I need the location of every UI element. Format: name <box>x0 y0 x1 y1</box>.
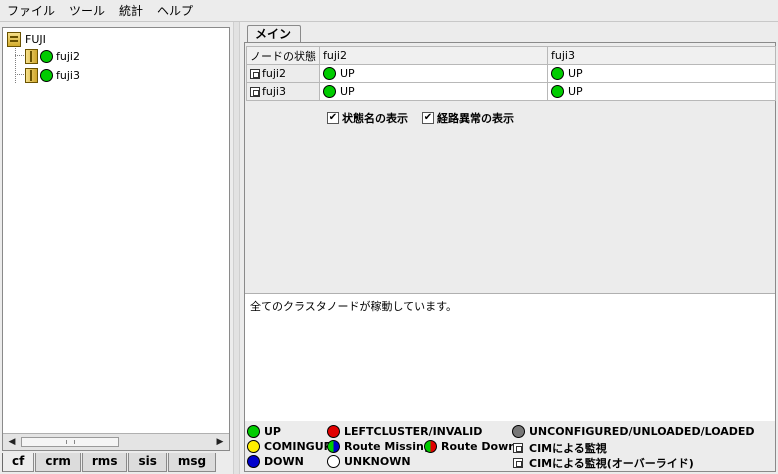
status-up-icon <box>247 425 260 438</box>
menu-file[interactable]: ファイル <box>0 0 62 22</box>
legend-label: DOWN <box>264 455 304 468</box>
tree-node-fuji2[interactable]: fuji2 <box>25 47 80 65</box>
cim-icon <box>250 87 260 97</box>
tree-node-label: fuji2 <box>56 49 80 63</box>
row-header-label: fuji3 <box>262 85 286 98</box>
column-header: fuji2 <box>319 46 548 65</box>
status-text: UP <box>568 85 583 98</box>
tab-rms[interactable]: rms <box>81 453 128 472</box>
status-up-icon <box>40 49 53 63</box>
legend-label: UNKNOWN <box>344 455 411 468</box>
cluster-tree: FUJI fuji2 fuji3 <box>3 28 229 432</box>
tab-cf[interactable]: cf <box>2 453 35 472</box>
cim-icon <box>513 443 523 453</box>
scroll-right-icon[interactable]: ▶ <box>213 436 227 448</box>
legend-label: COMINGUP <box>264 440 332 453</box>
status-up-icon <box>323 67 336 80</box>
row-header-fuji3: fuji3 <box>246 82 320 101</box>
legend-label: UP <box>264 425 281 438</box>
cluster-tree-panel: FUJI fuji2 fuji3 ◀ ▶ <box>2 27 230 451</box>
route-missing-icon <box>327 440 340 453</box>
row-header-label: fuji2 <box>262 67 286 80</box>
tab-msg[interactable]: msg <box>167 453 217 472</box>
horizontal-scrollbar[interactable]: ◀ ▶ <box>3 433 229 450</box>
route-down-icon <box>424 440 437 453</box>
tree-cluster-fuji[interactable]: FUJI <box>7 30 46 48</box>
node-status-table: ノードの状態 fuji2 fuji3 fuji2 UP UP fuji3 UP … <box>246 46 776 101</box>
cluster-icon <box>7 31 21 47</box>
status-leftcluster-icon <box>327 425 340 438</box>
legend-leftcluster: LEFTCLUSTER/INVALID <box>327 425 482 438</box>
status-up-icon <box>551 85 564 98</box>
table-corner-header: ノードの状態 <box>246 46 320 65</box>
scroll-left-icon[interactable]: ◀ <box>5 436 19 448</box>
show-state-names-checkbox[interactable]: ✔ <box>327 112 339 124</box>
legend-route-missing: Route Missing <box>327 440 432 453</box>
menu-help[interactable]: ヘルプ <box>150 0 200 22</box>
status-comingup-icon <box>247 440 260 453</box>
node-icon <box>25 67 38 83</box>
legend-down: DOWN <box>247 455 304 468</box>
status-unconfigured-icon <box>512 425 525 438</box>
status-up-icon <box>551 67 564 80</box>
tree-connector <box>15 55 24 56</box>
tab-sis[interactable]: sis <box>128 453 167 472</box>
menu-tools[interactable]: ツール <box>62 0 112 22</box>
show-state-names-label: 状態名の表示 <box>342 112 408 125</box>
legend-unconfigured: UNCONFIGURED/UNLOADED/LOADED <box>512 425 755 438</box>
status-cell[interactable]: UP <box>547 82 776 101</box>
legend-cim-override: CIMによる監視(オーバーライド) <box>513 455 694 471</box>
tree-connector <box>15 48 16 83</box>
show-route-errors-label: 経路異常の表示 <box>437 112 514 125</box>
legend-cim: CIMによる監視 <box>513 440 607 456</box>
column-header: fuji3 <box>547 46 776 65</box>
status-text: UP <box>340 85 355 98</box>
legend-unknown: UNKNOWN <box>327 455 411 468</box>
status-unknown-icon <box>327 455 340 468</box>
show-route-errors-checkbox[interactable]: ✔ <box>422 112 434 124</box>
menu-statistics[interactable]: 統計 <box>112 0 150 22</box>
row-header-fuji2: fuji2 <box>246 64 320 83</box>
status-cell[interactable]: UP <box>319 64 548 83</box>
cim-override-icon <box>513 458 523 468</box>
tab-crm[interactable]: crm <box>35 453 81 472</box>
status-cell[interactable]: UP <box>547 64 776 83</box>
panel-splitter[interactable] <box>233 22 240 474</box>
cluster-label: FUJI <box>25 32 46 46</box>
legend-label: LEFTCLUSTER/INVALID <box>344 425 483 438</box>
show-state-names-option[interactable]: ✔ 状態名の表示 <box>327 110 408 126</box>
legend-label: Route Down <box>441 440 517 453</box>
status-up-icon <box>323 85 336 98</box>
message-area: 全てのクラスタノードが稼動しています。 <box>245 293 775 421</box>
legend-label: Route Missing <box>344 440 432 453</box>
menu-bar: ファイル ツール 統計 ヘルプ <box>0 0 778 22</box>
status-text: UP <box>340 67 355 80</box>
status-message: 全てのクラスタノードが稼動しています。 <box>250 300 458 313</box>
legend-label: CIMによる監視(オーバーライド) <box>529 457 694 470</box>
legend-route-down: Route Down <box>424 440 516 453</box>
tree-node-fuji3[interactable]: fuji3 <box>25 66 80 84</box>
legend-comingup: COMINGUP <box>247 440 332 453</box>
display-options: ✔ 状態名の表示 ✔ 経路異常の表示 <box>327 110 514 126</box>
scroll-thumb[interactable] <box>21 437 119 447</box>
tree-node-label: fuji3 <box>56 68 80 82</box>
tree-connector <box>15 74 24 75</box>
legend-label: UNCONFIGURED/UNLOADED/LOADED <box>529 425 755 438</box>
status-down-icon <box>247 455 260 468</box>
status-cell[interactable]: UP <box>319 82 548 101</box>
status-text: UP <box>568 67 583 80</box>
cim-icon <box>250 69 260 79</box>
legend-label: CIMによる監視 <box>529 442 607 455</box>
status-legend: UP LEFTCLUSTER/INVALID UNCONFIGURED/UNLO… <box>245 422 775 471</box>
status-up-icon <box>40 68 53 82</box>
show-route-errors-option[interactable]: ✔ 経路異常の表示 <box>422 110 514 126</box>
bottom-tab-bar: cf crm rms sis msg <box>2 453 217 472</box>
tab-main[interactable]: メイン <box>247 25 301 43</box>
node-icon <box>25 48 38 64</box>
legend-up: UP <box>247 425 281 438</box>
